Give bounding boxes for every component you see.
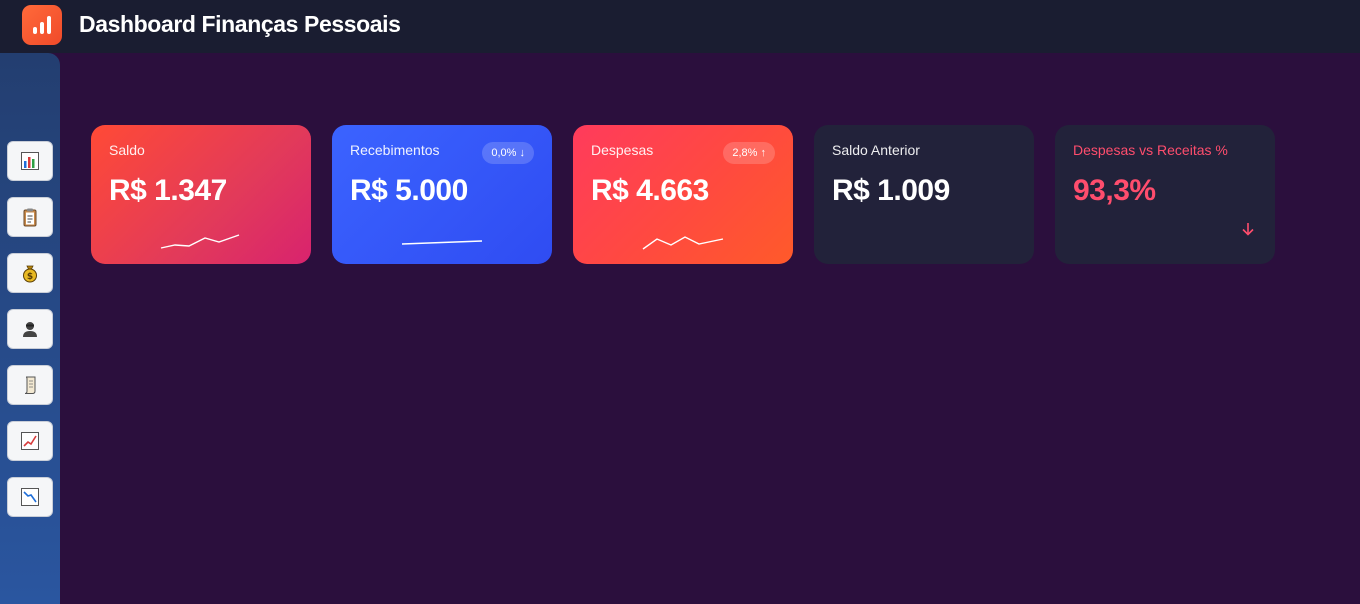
card-label: Despesas (591, 142, 654, 158)
kpi-card-despesas-vs-receitas: Despesas vs Receitas % 93,3% (1055, 125, 1275, 264)
bar-chart-logo-icon (33, 16, 51, 34)
card-value: R$ 5.000 (350, 174, 468, 207)
sidebar-item-dashboard[interactable] (7, 141, 53, 181)
arrow-down-icon (1242, 223, 1254, 236)
card-label: Despesas vs Receitas % (1073, 142, 1228, 158)
sidebar-item-money[interactable]: $ (7, 253, 53, 293)
sidebar-item-income-chart[interactable] (7, 421, 53, 461)
app-title: Dashboard Finanças Pessoais (79, 11, 401, 37)
sidebar-item-expense-chart[interactable] (7, 477, 53, 517)
kpi-card-saldo-anterior: Saldo Anterior R$ 1.009 (814, 125, 1034, 264)
user-icon (23, 322, 37, 337)
scroll-icon (24, 376, 36, 394)
svg-text:$: $ (27, 272, 33, 282)
chart-decreasing-icon (21, 488, 39, 506)
money-bag-icon: $ (23, 265, 37, 283)
card-label: Recebimentos (350, 142, 440, 158)
sparkline (160, 234, 240, 249)
top-bar: Dashboard Finanças Pessoais (0, 0, 1360, 53)
kpi-card-recebimentos: Recebimentos 0,0% ↓ R$ 5.000 (332, 125, 552, 264)
kpi-card-saldo: Saldo R$ 1.347 (91, 125, 311, 264)
card-label: Saldo Anterior (832, 142, 920, 158)
card-label: Saldo (109, 142, 145, 158)
bar-chart-icon (21, 152, 39, 170)
sparkline (401, 240, 483, 245)
sidebar: $ (0, 53, 60, 604)
card-value: R$ 4.663 (591, 174, 709, 207)
kpi-card-despesas: Despesas 2,8% ↑ R$ 4.663 (573, 125, 793, 264)
change-badge: 2,8% ↑ (723, 142, 775, 164)
change-badge: 0,0% ↓ (482, 142, 534, 164)
clipboard-icon (23, 208, 37, 227)
card-value: R$ 1.009 (832, 174, 950, 207)
sidebar-item-clipboard[interactable] (7, 197, 53, 237)
chart-increasing-icon (21, 432, 39, 450)
sidebar-item-records[interactable] (7, 365, 53, 405)
card-value: 93,3% (1073, 174, 1156, 207)
sparkline (642, 236, 724, 250)
sidebar-item-user[interactable] (7, 309, 53, 349)
logo (22, 5, 62, 45)
card-value: R$ 1.347 (109, 174, 227, 207)
